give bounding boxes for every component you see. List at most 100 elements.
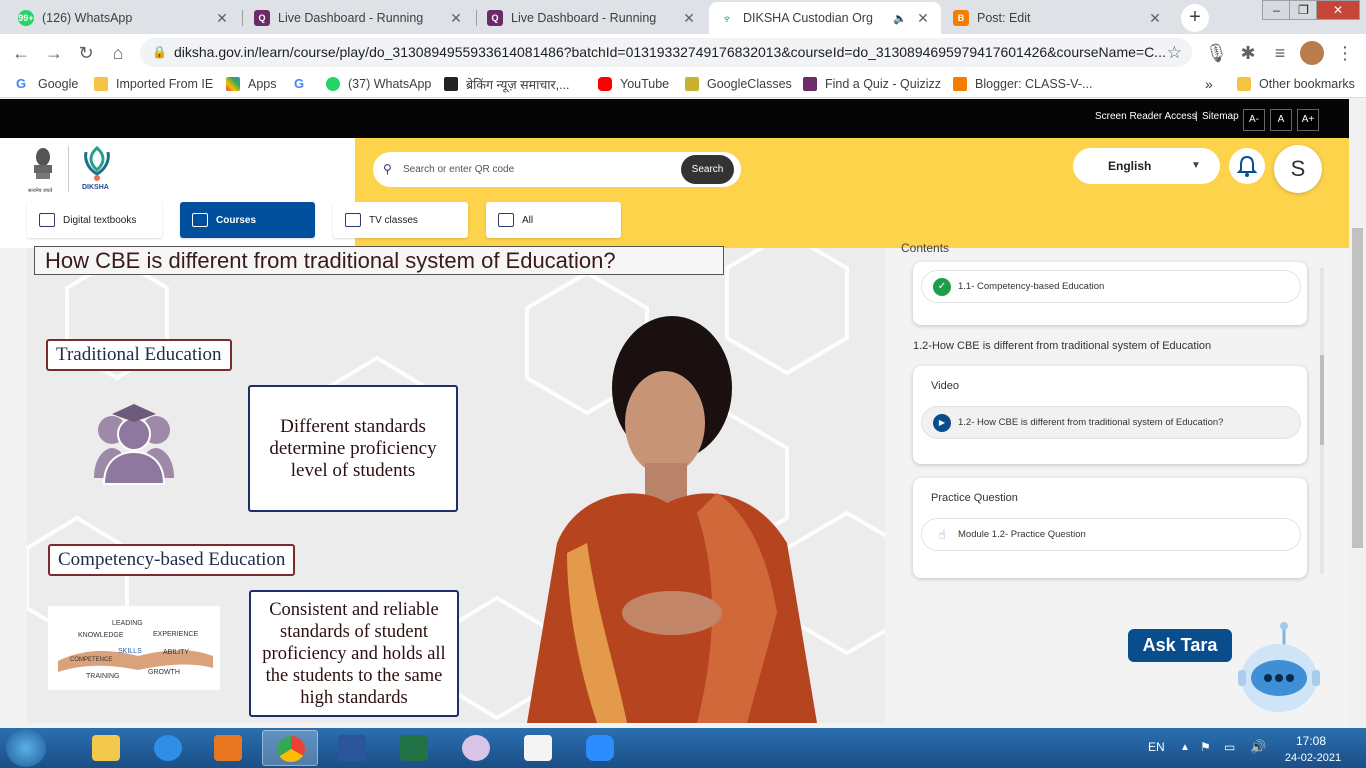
close-tab-icon[interactable]: ✕: [915, 10, 931, 27]
taskbar-notepad[interactable]: [510, 730, 566, 766]
snipping-tool-icon: [462, 735, 490, 761]
inbox-icon: [498, 213, 514, 227]
zoom-icon: [586, 735, 614, 761]
contents-scrollbar-thumb[interactable]: [1320, 355, 1324, 445]
more-bookmarks-button[interactable]: »: [1205, 75, 1213, 93]
taskbar-zoom[interactable]: [572, 730, 628, 766]
apps-grid-icon: [226, 77, 240, 91]
bookmark-star-icon[interactable]: ☆: [1167, 38, 1182, 67]
category-all[interactable]: All: [486, 202, 621, 238]
tab-title: DIKSHA Custodian Org: [743, 11, 873, 25]
accessibility-bar: Screen Reader Access | Sitemap A- A A+: [0, 99, 1366, 138]
taskbar-tool[interactable]: [448, 730, 504, 766]
notification-bell-button[interactable]: [1229, 148, 1265, 184]
content-item-practice[interactable]: ☝ Module 1.2- Practice Question: [921, 518, 1301, 551]
ask-tara-button[interactable]: Ask Tara: [1128, 629, 1232, 662]
bookmark-apps[interactable]: Apps: [226, 75, 277, 93]
profile-avatar[interactable]: [1300, 41, 1324, 65]
video-slide-title: How CBE is different from traditional sy…: [34, 246, 724, 275]
home-icon[interactable]: ⌂: [107, 42, 129, 64]
sitemap-link[interactable]: Sitemap: [1202, 111, 1239, 122]
tab-live-dashboard-2[interactable]: Q Live Dashboard - Running ✕: [477, 2, 707, 34]
close-tab-icon[interactable]: ✕: [448, 10, 464, 27]
book-icon: [39, 213, 55, 227]
tab-blogger[interactable]: B Post: Edit ✕: [943, 2, 1173, 34]
network-icon[interactable]: ▭: [1224, 740, 1235, 754]
menu-icon[interactable]: ⋮: [1334, 42, 1356, 64]
quizizz-icon: Q: [254, 10, 270, 26]
font-normal-button[interactable]: A: [1270, 109, 1292, 131]
play-icon: ▶: [933, 414, 951, 432]
clock-date[interactable]: 24-02-2021: [1278, 752, 1348, 764]
bookmark-bbc[interactable]: ब्रेकिंग न्यूज़ समाचार,...: [444, 75, 570, 93]
speaker-icon[interactable]: 🔈: [893, 12, 907, 25]
bookmark-imported[interactable]: Imported From IE: [94, 75, 213, 93]
back-icon[interactable]: ←: [10, 42, 32, 64]
bookmark-youtube[interactable]: YouTube: [598, 75, 669, 93]
bookmark-blogger[interactable]: Blogger: CLASS-V-...: [953, 75, 1092, 93]
microphone-icon[interactable]: 🎙: [1205, 42, 1228, 64]
search-button[interactable]: Search: [681, 155, 734, 184]
taskbar-ie[interactable]: [140, 730, 196, 766]
bookmark-googleclasses[interactable]: GoogleClasses: [685, 75, 792, 93]
separator: |: [1195, 111, 1198, 122]
category-tv-classes[interactable]: TV classes: [333, 202, 468, 238]
close-tab-icon[interactable]: ✕: [1147, 10, 1163, 27]
language-select[interactable]: English ▼: [1073, 148, 1220, 184]
contents-panel: ✓ 1.1- Competency-based Education 1.2-Ho…: [902, 248, 1326, 578]
other-bookmarks[interactable]: Other bookmarks: [1237, 75, 1355, 93]
user-avatar[interactable]: S: [1274, 145, 1322, 193]
classroom-icon: [685, 77, 699, 91]
maximize-button[interactable]: ❐: [1289, 0, 1318, 20]
bookmark-quizizz[interactable]: Find a Quiz - Quizizz: [803, 75, 941, 93]
taskbar-word[interactable]: [324, 730, 380, 766]
address-bar[interactable]: 🔒 diksha.gov.in/learn/course/play/do_313…: [140, 38, 1192, 67]
taskbar-media-player[interactable]: [200, 730, 256, 766]
bookmark-google[interactable]: G Google: [16, 75, 78, 93]
close-window-button[interactable]: ✕: [1316, 0, 1360, 20]
presenter-image: [527, 316, 817, 723]
clock-time[interactable]: 17:08: [1286, 734, 1336, 748]
skill-word: TRAINING: [86, 673, 119, 680]
bookmarks-bar: G Google Imported From IE Apps G (37) Wha…: [0, 71, 1366, 98]
content-item-video[interactable]: ▶ 1.2- How CBE is different from traditi…: [921, 406, 1301, 439]
bookmark-whatsapp[interactable]: (37) WhatsApp: [326, 75, 431, 93]
input-language[interactable]: EN: [1148, 740, 1165, 754]
close-tab-icon[interactable]: ✕: [681, 10, 697, 27]
volume-icon[interactable]: 🔊: [1250, 739, 1266, 755]
category-courses[interactable]: Courses: [180, 202, 315, 238]
font-decrease-button[interactable]: A-: [1243, 109, 1265, 131]
lock-icon: 🔒: [152, 45, 167, 59]
notepad-icon: [524, 735, 552, 761]
close-tab-icon[interactable]: ✕: [214, 10, 230, 27]
taskbar-chrome[interactable]: [262, 730, 318, 766]
taskbar-explorer[interactable]: [78, 730, 134, 766]
category-digital-textbooks[interactable]: Digital textbooks: [27, 202, 162, 238]
font-increase-button[interactable]: A+: [1297, 109, 1319, 131]
tab-title: Live Dashboard - Running: [278, 11, 424, 25]
tab-diksha[interactable]: ♆ DIKSHA Custodian Org 🔈 ✕: [709, 2, 941, 34]
screen-reader-link[interactable]: Screen Reader Access: [1095, 111, 1197, 122]
minimize-button[interactable]: –: [1262, 0, 1291, 20]
reload-icon[interactable]: ↻: [75, 42, 97, 64]
new-tab-button[interactable]: +: [1181, 4, 1209, 32]
tab-live-dashboard-1[interactable]: Q Live Dashboard - Running ✕: [244, 2, 474, 34]
diksha-logo-icon[interactable]: [80, 144, 114, 184]
cbe-text: Consistent and reliable standards of stu…: [249, 590, 459, 717]
reading-list-icon[interactable]: ≡: [1269, 42, 1291, 64]
extensions-icon[interactable]: ✱: [1237, 42, 1259, 64]
google-icon: G: [16, 77, 30, 91]
show-hidden-icons[interactable]: ▲: [1180, 742, 1190, 753]
whatsapp-icon: [326, 77, 340, 91]
bookmark-google-2[interactable]: G: [294, 75, 316, 93]
start-button[interactable]: [6, 729, 46, 767]
taskbar-excel[interactable]: [386, 730, 442, 766]
flag-icon[interactable]: ⚑: [1200, 740, 1211, 754]
page-scrollbar-thumb[interactable]: [1352, 228, 1363, 548]
robot-assistant-icon[interactable]: [1236, 620, 1322, 716]
forward-icon[interactable]: →: [43, 42, 65, 64]
tab-whatsapp[interactable]: 99+ (126) WhatsApp ✕: [8, 2, 240, 34]
quizizz-icon: Q: [487, 10, 503, 26]
content-item-completed[interactable]: ✓ 1.1- Competency-based Education: [921, 270, 1301, 303]
skills-handshake-image: LEADING KNOWLEDGE EXPERIENCE SKILLS ABIL…: [48, 606, 220, 690]
